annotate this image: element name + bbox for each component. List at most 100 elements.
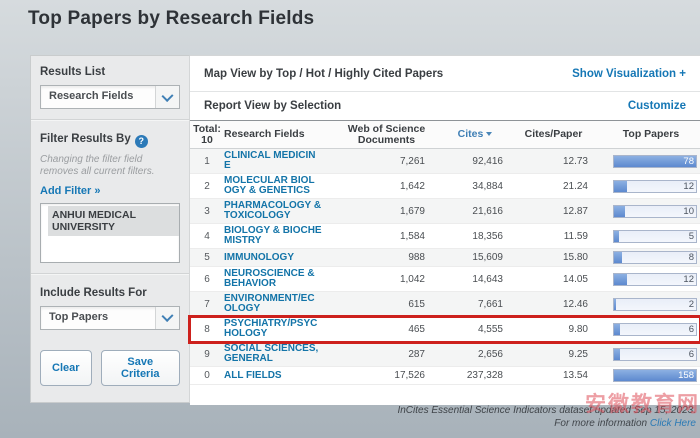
top-papers-count: 2 bbox=[689, 299, 694, 310]
wos-documents-value: 988 bbox=[328, 252, 445, 263]
cites-value: 7,661 bbox=[445, 299, 505, 310]
cites-per-paper-value: 12.73 bbox=[505, 156, 602, 167]
research-field-link[interactable]: ENVIRONMENT/ECOLOGY bbox=[224, 294, 328, 314]
top-papers-count: 8 bbox=[689, 252, 694, 263]
table-row: 0 ALL FIELDS 17,526 237,328 13.54 158 bbox=[190, 367, 700, 385]
cites-value: 2,656 bbox=[445, 349, 505, 360]
column-header-cites-sort[interactable]: Cites bbox=[445, 129, 505, 140]
research-field-link[interactable]: NEUROSCIENCE & BEHAVIOR bbox=[224, 269, 328, 289]
include-results-label: Include Results For bbox=[40, 287, 180, 299]
row-rank: 2 bbox=[190, 181, 224, 192]
column-header-cites-per-paper: Cites/Paper bbox=[505, 129, 602, 140]
sidebar: Results List Research Fields Filter Resu… bbox=[30, 55, 190, 403]
top-papers-count: 5 bbox=[689, 231, 694, 242]
wos-documents-value: 7,261 bbox=[328, 156, 445, 167]
sort-desc-icon bbox=[486, 132, 492, 136]
top-papers-cell: 2 bbox=[602, 298, 700, 311]
wos-documents-value: 1,042 bbox=[328, 274, 445, 285]
map-view-title: Map View by Top / Hot / Highly Cited Pap… bbox=[204, 68, 443, 80]
research-field-link[interactable]: SOCIAL SCIENCES, GENERAL bbox=[224, 344, 328, 364]
row-rank: 8 bbox=[190, 324, 224, 335]
cites-per-paper-value: 13.54 bbox=[505, 370, 602, 381]
include-results-section: Include Results For Top Papers bbox=[31, 277, 189, 338]
research-field-link[interactable]: PSYCHIATRY/PSYCHOLOGY bbox=[224, 319, 328, 339]
results-list-dropdown[interactable]: Research Fields bbox=[40, 85, 180, 109]
row-rank: 3 bbox=[190, 206, 224, 217]
filter-list-item[interactable]: ANHUI MEDICAL UNIVERSITY bbox=[48, 206, 179, 236]
top-papers-cell: 12 bbox=[602, 180, 700, 193]
include-results-dropdown[interactable]: Top Papers bbox=[40, 306, 180, 330]
cites-value: 4,555 bbox=[445, 324, 505, 335]
cites-per-paper-value: 15.80 bbox=[505, 252, 602, 263]
chevron-down-icon[interactable] bbox=[155, 307, 179, 329]
table-row: 2 MOLECULAR BIOLOGY & GENETICS 1,642 34,… bbox=[190, 174, 700, 199]
cites-per-paper-value: 12.46 bbox=[505, 299, 602, 310]
wos-documents-value: 1,584 bbox=[328, 231, 445, 242]
column-header-total: Total: 10 bbox=[190, 124, 224, 146]
cites-value: 15,609 bbox=[445, 252, 505, 263]
wos-documents-value: 1,642 bbox=[328, 181, 445, 192]
research-field-link[interactable]: IMMUNOLOGY bbox=[224, 253, 328, 263]
top-papers-count: 12 bbox=[683, 274, 694, 285]
top-papers-cell: 6 bbox=[602, 348, 700, 361]
cites-per-paper-value: 21.24 bbox=[505, 181, 602, 192]
research-field-link[interactable]: CLINICAL MEDICINE bbox=[224, 151, 328, 171]
top-papers-cell: 10 bbox=[602, 205, 700, 218]
cites-per-paper-value: 9.25 bbox=[505, 349, 602, 360]
top-papers-bar-fill bbox=[614, 231, 619, 242]
research-field-link[interactable]: MOLECULAR BIOLOGY & GENETICS bbox=[224, 176, 328, 196]
row-rank: 4 bbox=[190, 231, 224, 242]
clear-button[interactable]: Clear bbox=[40, 350, 92, 386]
top-papers-cell: 5 bbox=[602, 230, 700, 243]
dataset-footer: InCites Essential Science Indicators dat… bbox=[397, 404, 696, 430]
divider bbox=[31, 273, 189, 275]
wos-documents-value: 17,526 bbox=[328, 370, 445, 381]
top-papers-bar: 158 bbox=[613, 369, 697, 382]
top-papers-bar-fill bbox=[614, 299, 616, 310]
main-panel: Map View by Top / Hot / Highly Cited Pap… bbox=[190, 55, 700, 405]
top-papers-bar: 12 bbox=[613, 180, 697, 193]
save-criteria-button[interactable]: Save Criteria bbox=[101, 350, 180, 386]
table-row: 9 SOCIAL SCIENCES, GENERAL 287 2,656 9.2… bbox=[190, 342, 700, 367]
map-view-bar: Map View by Top / Hot / Highly Cited Pap… bbox=[190, 56, 700, 92]
customize-link[interactable]: Customize bbox=[628, 100, 686, 112]
table-row: 8 PSYCHIATRY/PSYCHOLOGY 465 4,555 9.80 6 bbox=[190, 317, 700, 342]
help-icon[interactable]: ? bbox=[135, 135, 148, 148]
cites-value: 18,356 bbox=[445, 231, 505, 242]
filter-listbox[interactable]: ANHUI MEDICAL UNIVERSITY bbox=[40, 203, 180, 263]
top-papers-bar-fill bbox=[614, 252, 622, 263]
filter-section: Filter Results By? Changing the filter f… bbox=[31, 123, 189, 271]
page-title: Top Papers by Research Fields bbox=[28, 8, 314, 30]
column-header-research-fields: Research Fields bbox=[224, 129, 328, 140]
row-rank: 1 bbox=[190, 156, 224, 167]
add-filter-link[interactable]: Add Filter » bbox=[40, 185, 180, 197]
wos-documents-value: 1,679 bbox=[328, 206, 445, 217]
divider bbox=[31, 119, 189, 121]
top-papers-cell: 6 bbox=[602, 323, 700, 336]
table-body: 1 CLINICAL MEDICINE 7,261 92,416 12.73 7… bbox=[190, 149, 700, 385]
table-row: 3 PHARMACOLOGY & TOXICOLOGY 1,679 21,616… bbox=[190, 199, 700, 224]
cites-value: 92,416 bbox=[445, 156, 505, 167]
top-papers-bar: 5 bbox=[613, 230, 697, 243]
top-papers-bar: 78 bbox=[613, 155, 697, 168]
results-list-label: Results List bbox=[40, 66, 180, 78]
click-here-link[interactable]: Click Here bbox=[650, 418, 696, 429]
chevron-down-icon[interactable] bbox=[155, 86, 179, 108]
row-rank: 0 bbox=[190, 370, 224, 381]
top-papers-bar: 6 bbox=[613, 323, 697, 336]
show-visualization-link[interactable]: Show Visualization + bbox=[572, 68, 686, 80]
top-papers-bar: 10 bbox=[613, 205, 697, 218]
research-field-link[interactable]: BIOLOGY & BIOCHEMISTRY bbox=[224, 226, 328, 246]
cites-per-paper-value: 12.87 bbox=[505, 206, 602, 217]
sidebar-buttons: Clear Save Criteria bbox=[31, 338, 189, 386]
cites-per-paper-value: 11.59 bbox=[505, 231, 602, 242]
top-papers-bar-fill bbox=[614, 349, 620, 360]
research-field-link[interactable]: ALL FIELDS bbox=[224, 371, 328, 381]
column-header-wos-documents: Web of Science Documents bbox=[328, 124, 445, 146]
top-papers-bar: 12 bbox=[613, 273, 697, 286]
top-papers-cell: 12 bbox=[602, 273, 700, 286]
table-row: 1 CLINICAL MEDICINE 7,261 92,416 12.73 7… bbox=[190, 149, 700, 174]
filter-note: Changing the filter field removes all cu… bbox=[40, 154, 180, 178]
research-field-link[interactable]: PHARMACOLOGY & TOXICOLOGY bbox=[224, 201, 328, 221]
top-papers-count: 158 bbox=[678, 370, 694, 381]
